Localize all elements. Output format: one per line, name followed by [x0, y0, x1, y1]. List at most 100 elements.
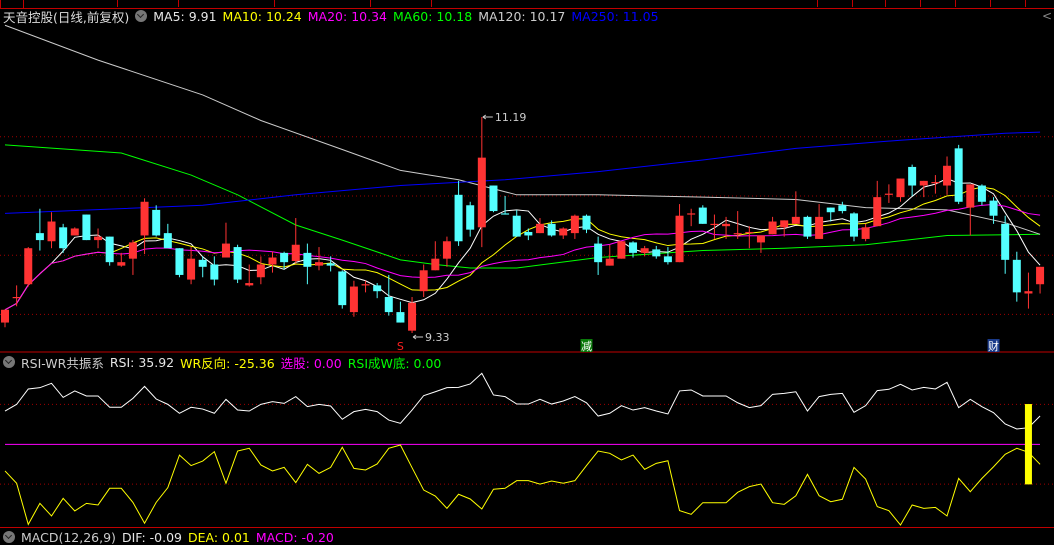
candle-body [756, 235, 765, 243]
candle-body [280, 252, 289, 263]
candle-body [512, 215, 521, 237]
rsi-value: RSI: 35.92 [109, 354, 175, 370]
candle-body [722, 223, 731, 227]
candle-body [373, 285, 382, 292]
candle-body [175, 248, 184, 275]
candle-body [582, 215, 591, 230]
extreme-price-label: 11.19 [495, 111, 526, 124]
candle-body [640, 248, 649, 253]
rsi-line [4, 372, 1041, 430]
candle-body [594, 243, 603, 263]
candle-body [128, 242, 137, 259]
ma120-label: MA120: 10.17 [478, 8, 566, 24]
candle-body [315, 262, 324, 266]
toolbar-tab[interactable] [179, 0, 275, 7]
candle-body [966, 184, 975, 208]
toolbar-tab[interactable] [275, 0, 371, 7]
toolbar-tab[interactable] [371, 0, 432, 7]
candle-body [187, 258, 196, 280]
candle-body [815, 216, 824, 239]
candle-body [501, 213, 510, 215]
candle-body [221, 243, 230, 258]
toolbar-tab[interactable] [921, 0, 956, 7]
event-marker: 财 [988, 339, 999, 353]
candle-body [617, 241, 626, 259]
candle-body [384, 297, 393, 313]
toolbar-tab[interactable] [817, 0, 853, 7]
candle-body [861, 227, 870, 239]
candle-body [477, 157, 486, 228]
candle-body [408, 302, 417, 331]
extreme-price-label: 9.33 [425, 331, 450, 344]
ma5-line [4, 178, 1041, 311]
candle-body [954, 148, 963, 202]
candle-body [524, 231, 533, 236]
candle-body [745, 231, 754, 234]
candle-body [849, 213, 858, 237]
ma10-label: MA10: 10.24 [222, 8, 302, 24]
macd-panel-header: MACD(12,26,9) DIF: -0.09 DEA: 0.01 MACD:… [3, 529, 334, 545]
candle-body [1012, 259, 1021, 293]
chevron-down-icon[interactable] [3, 356, 15, 368]
kline-chart[interactable]: 11.19 9.33 S 减 财 [0, 0, 1054, 538]
candle-body [454, 194, 463, 242]
candle-body [931, 182, 940, 184]
toolbar-tab[interactable] [886, 0, 921, 7]
toolbar-tab[interactable] [991, 0, 1026, 7]
candle-body [1036, 266, 1045, 285]
candle-body [163, 233, 172, 249]
collapse-left-icon[interactable]: < [1042, 9, 1052, 23]
candle-body [442, 241, 451, 259]
extreme-arrow [412, 334, 424, 340]
candle-body [349, 286, 358, 313]
candle-body [431, 258, 440, 271]
toolbar-tab[interactable] [851, 0, 886, 7]
indicator-name[interactable]: RSI-WR共振系 [21, 353, 104, 372]
main-chart-header: 天音控股(日线,前复权) MA5: 9.91 MA10: 10.24 MA20:… [3, 8, 659, 25]
rsi-panel-header: RSI-WR共振系 RSI: 35.92 WR反向: -25.36 选股: 0.… [3, 353, 442, 372]
candle-body [35, 233, 44, 241]
candle-body [535, 223, 544, 234]
candle-body [629, 242, 638, 253]
candle-body [338, 271, 347, 306]
candle-body [943, 165, 952, 186]
candle-body [70, 228, 79, 236]
candle-body [768, 221, 777, 235]
toolbar-tab[interactable] [956, 0, 991, 7]
candle-body [989, 200, 998, 216]
ma250-line [4, 131, 1041, 214]
candle-body [838, 205, 847, 212]
chevron-down-icon[interactable] [135, 10, 148, 22]
event-marker: S [397, 340, 404, 353]
candle-body [117, 262, 126, 266]
candle-body [547, 223, 556, 236]
candle-body [733, 233, 742, 235]
candle-body [675, 215, 684, 263]
ma120-line [4, 24, 1041, 235]
ma60-label: MA60: 10.18 [392, 8, 473, 24]
candle-body [826, 207, 835, 213]
candle-body [303, 252, 312, 267]
candle-body [605, 258, 614, 266]
w-bottom-value: RSI成W底: 0.00 [347, 355, 442, 371]
chevron-down-icon[interactable] [3, 531, 15, 543]
indicator-name[interactable]: MACD(12,26,9) [21, 530, 116, 545]
candle-body [570, 215, 579, 234]
candle-body [559, 228, 568, 236]
wr-line [4, 444, 1041, 526]
candle-body [47, 221, 56, 242]
candle-body [884, 193, 893, 195]
candle-body [698, 207, 707, 224]
signal-bar [1024, 404, 1032, 485]
candle-body [419, 270, 428, 292]
dif-value: DIF: -0.09 [121, 529, 182, 545]
macd-value: MACD: -0.20 [255, 529, 334, 545]
candle-body [291, 244, 300, 261]
stock-title: 天音控股(日线,前复权) [3, 9, 130, 25]
candle-body [687, 213, 696, 215]
candle-body [12, 297, 21, 299]
candle-body [210, 264, 219, 280]
candle-body [663, 256, 672, 263]
candle-body [94, 236, 103, 241]
dea-value: DEA: 0.01 [188, 529, 250, 545]
